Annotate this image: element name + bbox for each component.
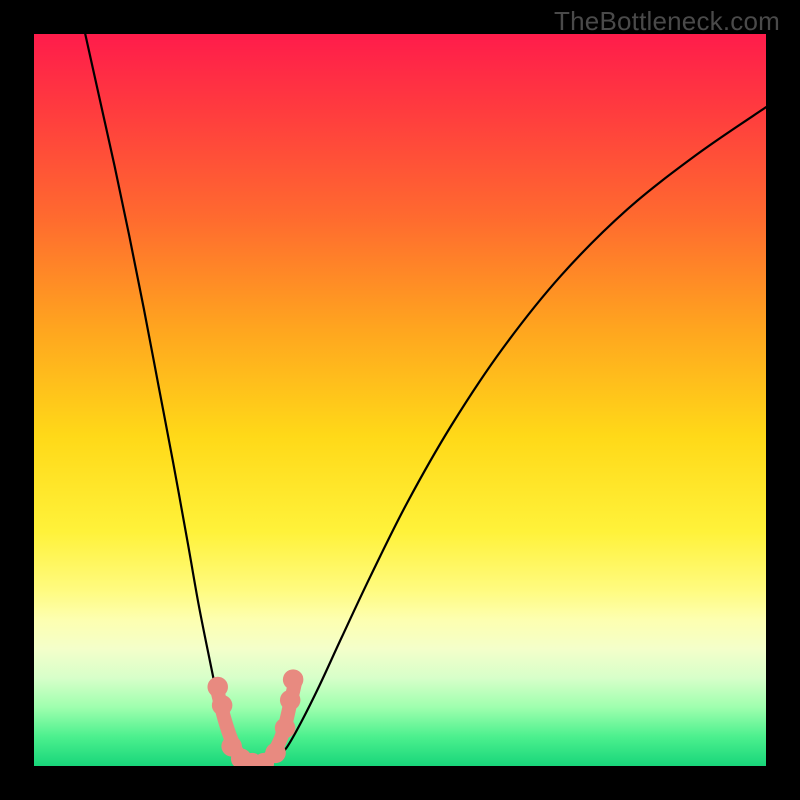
- watermark-text: TheBottleneck.com: [554, 6, 780, 37]
- accent-dot: [280, 690, 300, 710]
- chart-frame: TheBottleneck.com: [0, 0, 800, 800]
- accent-dot: [275, 718, 295, 738]
- chart-background: [34, 34, 766, 766]
- chart-plot: [34, 34, 766, 766]
- accent-dot: [265, 743, 285, 763]
- accent-dot: [212, 695, 232, 715]
- accent-dot: [283, 669, 303, 689]
- accent-dot: [207, 677, 227, 697]
- chart-svg: [34, 34, 766, 766]
